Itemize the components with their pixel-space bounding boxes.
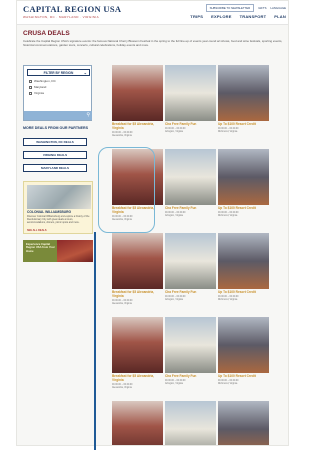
deal-image[interactable] xyxy=(112,317,163,373)
deal-title[interactable]: Cha Free Family Fun xyxy=(165,374,216,379)
deal-title[interactable]: Breakfast for $5 Alexandria, Virginia xyxy=(112,374,163,383)
ad-image xyxy=(57,240,93,262)
intro-text: Celebrate the Capital Region USA's signa… xyxy=(23,39,283,47)
deal-card[interactable]: Breakfast for $5 Alexandria, Virginia 00.… xyxy=(112,317,163,390)
deal-image[interactable] xyxy=(112,65,163,121)
region-dropdown-label: FILTER BY REGION xyxy=(43,70,74,75)
deal-card[interactable]: Up To $100 Resort Credit 00.00.00 – 00.00… xyxy=(218,65,269,134)
region-option-label: Washington, DC xyxy=(34,79,56,83)
deal-image[interactable] xyxy=(218,317,269,373)
main-nav: TRIPS EXPLORE TRANSPORT PLAN xyxy=(190,14,286,19)
chevron-down-icon: ⌄ xyxy=(83,70,87,75)
deal-location: Arlington, Virginia xyxy=(165,382,183,385)
deal-image[interactable] xyxy=(165,401,216,445)
ad-image xyxy=(27,185,91,209)
region-option[interactable]: Virginia xyxy=(29,91,44,95)
search-icon: ⚲ xyxy=(86,112,90,118)
deal-image[interactable] xyxy=(165,65,216,121)
deal-title[interactable]: Cha Free Family Fun xyxy=(165,206,216,211)
site-header: CAPITAL REGION USA WASHINGTON, DC · MARY… xyxy=(17,1,288,25)
logo-subtitle: WASHINGTON, DC · MARYLAND · VIRGINIA xyxy=(23,15,100,19)
deal-location: Arlington, Virginia xyxy=(165,130,183,133)
deal-card[interactable]: Cha Free Family Fun 00.00.00 – 00.00.00 Ar… xyxy=(165,233,216,302)
region-filter: FILTER BY REGION ⌄ Washington, DC Maryla… xyxy=(23,65,92,121)
deal-card[interactable]: Up To $100 Resort Credit 00.00.00 – 00.00… xyxy=(218,233,269,302)
dc-deals-button[interactable]: WASHINGTON, DC DEALS xyxy=(23,138,87,146)
newsletter-link[interactable]: SUBSCRIBE TO NEWSLETTER xyxy=(205,4,255,12)
ad-link[interactable]: SEE ALL DEALS xyxy=(27,229,47,232)
deal-location: Arlington, Virginia xyxy=(165,214,183,217)
deal-card[interactable]: Cha Free Family Fun 00.00.00 – 00.00.00 Ar… xyxy=(165,317,216,386)
nav-transport[interactable]: TRANSPORT xyxy=(240,14,267,19)
experience-ad[interactable]: Experience Capital Region USA from Your … xyxy=(23,240,93,262)
deal-title[interactable]: Cha Free Family Fun xyxy=(165,290,216,295)
region-option-label: Maryland xyxy=(34,85,47,89)
region-option[interactable]: Maryland xyxy=(29,85,46,89)
deal-image[interactable] xyxy=(218,149,269,205)
deal-location: Arlington, Virginia xyxy=(165,298,183,301)
williamsburg-ad[interactable]: COLONIAL WILLIAMSBURG Discover Colonial … xyxy=(23,181,93,234)
deal-image[interactable] xyxy=(165,317,216,373)
nav-explore[interactable]: EXPLORE xyxy=(211,14,232,19)
deal-card[interactable]: Breakfast for $5 Alexandria, Virginia 00.… xyxy=(112,233,163,306)
deal-image[interactable] xyxy=(112,233,163,289)
deal-location: Alexandria, Virginia xyxy=(112,134,132,137)
selection-highlight xyxy=(98,147,155,233)
checkbox[interactable] xyxy=(29,85,32,89)
deal-card[interactable]: Up To $100 Resort Credit 00.00.00 – 00.00… xyxy=(218,149,269,218)
site-logo[interactable]: CAPITAL REGION USA WASHINGTON, DC · MARY… xyxy=(23,4,121,19)
region-dropdown[interactable]: FILTER BY REGION ⌄ xyxy=(27,69,90,76)
deal-image[interactable] xyxy=(112,401,163,445)
nav-trips[interactable]: TRIPS xyxy=(190,14,203,19)
more-deals-heading: MORE DEALS FROM OUR PARTNERS xyxy=(23,126,89,130)
checkbox[interactable] xyxy=(29,91,32,95)
nav-plan[interactable]: PLAN xyxy=(274,14,286,19)
maryland-deals-button[interactable]: MARYLAND DEALS xyxy=(23,164,87,172)
deal-title[interactable]: Breakfast for $5 Alexandria, Virginia xyxy=(112,122,163,131)
utility-bar: SUBSCRIBE TO NEWSLETTER GIFTS LANGUAGE xyxy=(205,4,286,12)
deal-location: Richmond, Virginia xyxy=(218,214,238,217)
deal-card[interactable] xyxy=(218,401,269,445)
deal-title[interactable]: Up To $100 Resort Credit xyxy=(218,290,269,295)
deal-card[interactable]: Breakfast for $5 Alexandria, Virginia 00.… xyxy=(112,65,163,138)
deal-location: Richmond, Virginia xyxy=(218,298,238,301)
region-option-label: Virginia xyxy=(34,91,44,95)
ad-text: Experience Capital Region USA from Your … xyxy=(26,243,55,253)
deal-image[interactable] xyxy=(165,233,216,289)
deal-card[interactable] xyxy=(112,401,163,445)
callout-pointer xyxy=(94,232,96,450)
deal-image[interactable] xyxy=(218,233,269,289)
deal-location: Alexandria, Virginia xyxy=(112,302,132,305)
page-title: CRUSA DEALS xyxy=(23,30,70,37)
language-link[interactable]: LANGUAGE xyxy=(270,6,286,10)
deal-card[interactable] xyxy=(165,401,216,445)
deal-location: Alexandria, Virginia xyxy=(112,386,132,389)
deal-title[interactable]: Breakfast for $5 Alexandria, Virginia xyxy=(112,290,163,299)
deal-image[interactable] xyxy=(218,65,269,121)
deal-title[interactable]: Up To $100 Resort Credit xyxy=(218,374,269,379)
deal-location: Richmond, Virginia xyxy=(218,382,238,385)
deal-card[interactable]: Cha Free Family Fun 00.00.00 – 00.00.00 Ar… xyxy=(165,149,216,218)
deal-title[interactable]: Up To $100 Resort Credit xyxy=(218,122,269,127)
deal-title[interactable]: Up To $100 Resort Credit xyxy=(218,206,269,211)
deal-title[interactable]: Cha Free Family Fun xyxy=(165,122,216,127)
logo-title: CAPITAL REGION USA xyxy=(23,4,122,14)
deal-card[interactable]: Cha Free Family Fun 00.00.00 – 00.00.00 Ar… xyxy=(165,65,216,134)
deal-image[interactable] xyxy=(165,149,216,205)
gifts-link[interactable]: GIFTS xyxy=(258,6,266,10)
deal-image[interactable] xyxy=(218,401,269,445)
deal-location: Richmond, Virginia xyxy=(218,130,238,133)
deal-card[interactable]: Up To $100 Resort Credit 00.00.00 – 00.00… xyxy=(218,317,269,386)
ad-text: Discover Colonial Williamsburg and explo… xyxy=(27,215,90,224)
region-option[interactable]: Washington, DC xyxy=(29,79,56,83)
filter-search-button[interactable]: ⚲ xyxy=(24,111,92,120)
ad-headline: COLONIAL WILLIAMSBURG xyxy=(27,210,72,214)
virginia-deals-button[interactable]: VIRGINIA DEALS xyxy=(23,151,87,159)
checkbox[interactable] xyxy=(29,79,32,83)
